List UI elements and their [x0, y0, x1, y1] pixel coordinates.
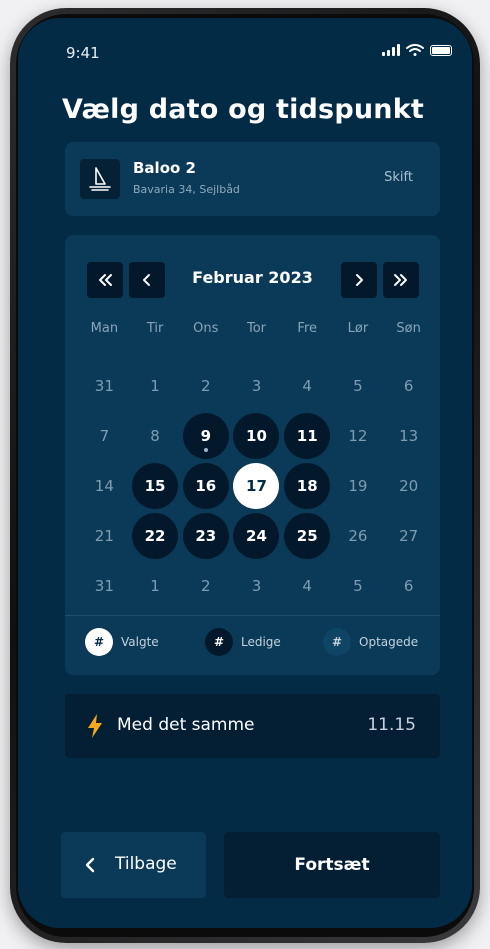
legend-available-symbol: # [205, 628, 233, 656]
calendar-day: 13 [399, 427, 419, 445]
calendar-day: 6 [403, 377, 414, 395]
calendar-day: 19 [348, 477, 368, 495]
back-button[interactable]: Tilbage [61, 832, 206, 898]
calendar-day: 1 [150, 377, 160, 395]
weekday-label: Tir [146, 321, 164, 336]
calendar-day: 7 [99, 427, 110, 445]
calendar-day: 8 [150, 427, 160, 445]
calendar-day-available[interactable]: 11 [284, 413, 331, 459]
calendar-day-selected[interactable]: 17 [233, 463, 280, 509]
calendar-day-available[interactable]: 15 [132, 463, 179, 509]
legend-booked: # Optagede [323, 628, 418, 656]
calendar-card: Februar 2023 Man Tir Ons Tor Fre Lør Søn 31 1 2 3… [65, 235, 440, 675]
back-label: Tilbage [115, 854, 177, 874]
weekday-label: Man [90, 321, 119, 336]
double-chevron-right-icon [394, 274, 407, 286]
calendar-day: 6 [403, 577, 414, 595]
continue-button[interactable]: Fortsæt [224, 832, 440, 898]
calendar-day-available[interactable]: 10 [233, 413, 280, 459]
boat-card: Baloo 2 Bavaria 34, Sejlbåd Skift [65, 142, 440, 216]
immediate-time: 11.15 [367, 715, 416, 735]
weekday-label: Søn [396, 321, 421, 336]
app-screen: 9:41 Vælg dato og tidspunkt Baloo 2 Bava… [18, 18, 472, 928]
status-bar: 9:41 [18, 18, 472, 68]
calendar-day: 1 [150, 577, 160, 595]
wifi-icon [406, 44, 424, 56]
calendar-day: 31 [94, 577, 114, 595]
legend-selected: # Valgte [85, 628, 159, 656]
weekday-label: Tor [246, 321, 266, 336]
calendar-day: 2 [201, 377, 211, 395]
legend-available: # Ledige [205, 628, 281, 656]
legend-booked-label: Optagede [359, 635, 419, 649]
calendar-day-available[interactable]: 22 [132, 513, 179, 559]
calendar-day: 12 [348, 427, 368, 445]
calendar-day: 4 [302, 377, 312, 395]
divider [65, 615, 440, 616]
battery-icon [430, 44, 452, 56]
next-month-button[interactable] [341, 262, 377, 298]
calendar-day-available[interactable]: 24 [233, 513, 280, 559]
calendar-day: 3 [251, 577, 262, 595]
calendar-day-available[interactable]: 23 [182, 513, 229, 559]
calendar-day-available[interactable]: 25 [284, 513, 331, 559]
next-year-button[interactable] [383, 262, 419, 298]
calendar-day: 20 [399, 477, 419, 495]
calendar-day: 3 [251, 377, 262, 395]
chevron-right-icon [356, 274, 363, 286]
calendar-day: 27 [399, 527, 419, 545]
weekday-header: Man Tir Ons Tor Fre Lør Søn [79, 321, 434, 336]
weekday-label: Fre [297, 321, 317, 336]
weekday-label: Ons [193, 321, 219, 336]
calendar-day: 4 [302, 577, 312, 595]
page-title: Vælg dato og tidspunkt [62, 94, 424, 125]
sailboat-icon [80, 159, 120, 199]
calendar-day-available[interactable]: 18 [284, 463, 331, 509]
boat-name: Baloo 2 [133, 159, 196, 177]
change-boat-button[interactable]: Skift [384, 170, 413, 185]
calendar-day: 31 [94, 377, 114, 395]
legend-booked-symbol: # [323, 628, 351, 656]
calendar-day: 14 [94, 477, 114, 495]
calendar-day: 26 [348, 527, 368, 545]
signal-icon [382, 44, 400, 56]
lightning-icon [88, 714, 102, 738]
status-time: 9:41 [66, 44, 100, 62]
calendar-day-available[interactable]: 9 [182, 413, 229, 459]
calendar-day: 21 [94, 527, 114, 545]
legend-selected-symbol: # [85, 628, 113, 656]
calendar-day-available[interactable]: 16 [182, 463, 229, 509]
boat-details: Bavaria 34, Sejlbåd [133, 183, 240, 196]
calendar-day: 2 [201, 577, 211, 595]
chevron-left-icon [85, 857, 95, 873]
immediate-label: Med det samme [117, 715, 255, 735]
calendar-day: 5 [353, 577, 363, 595]
legend-selected-label: Valgte [121, 635, 159, 649]
status-icons [382, 44, 452, 56]
weekday-label: Lør [347, 321, 369, 336]
legend-available-label: Ledige [241, 635, 281, 649]
calendar-day: 5 [353, 377, 363, 395]
days-grid: 31 1 2 3 4 5 6 7 8 9 10 11 12 13 14 15 16 17 18 19 20 21 22 23 2… [79, 363, 434, 613]
immediate-option[interactable]: Med det samme 11.15 [65, 694, 440, 758]
